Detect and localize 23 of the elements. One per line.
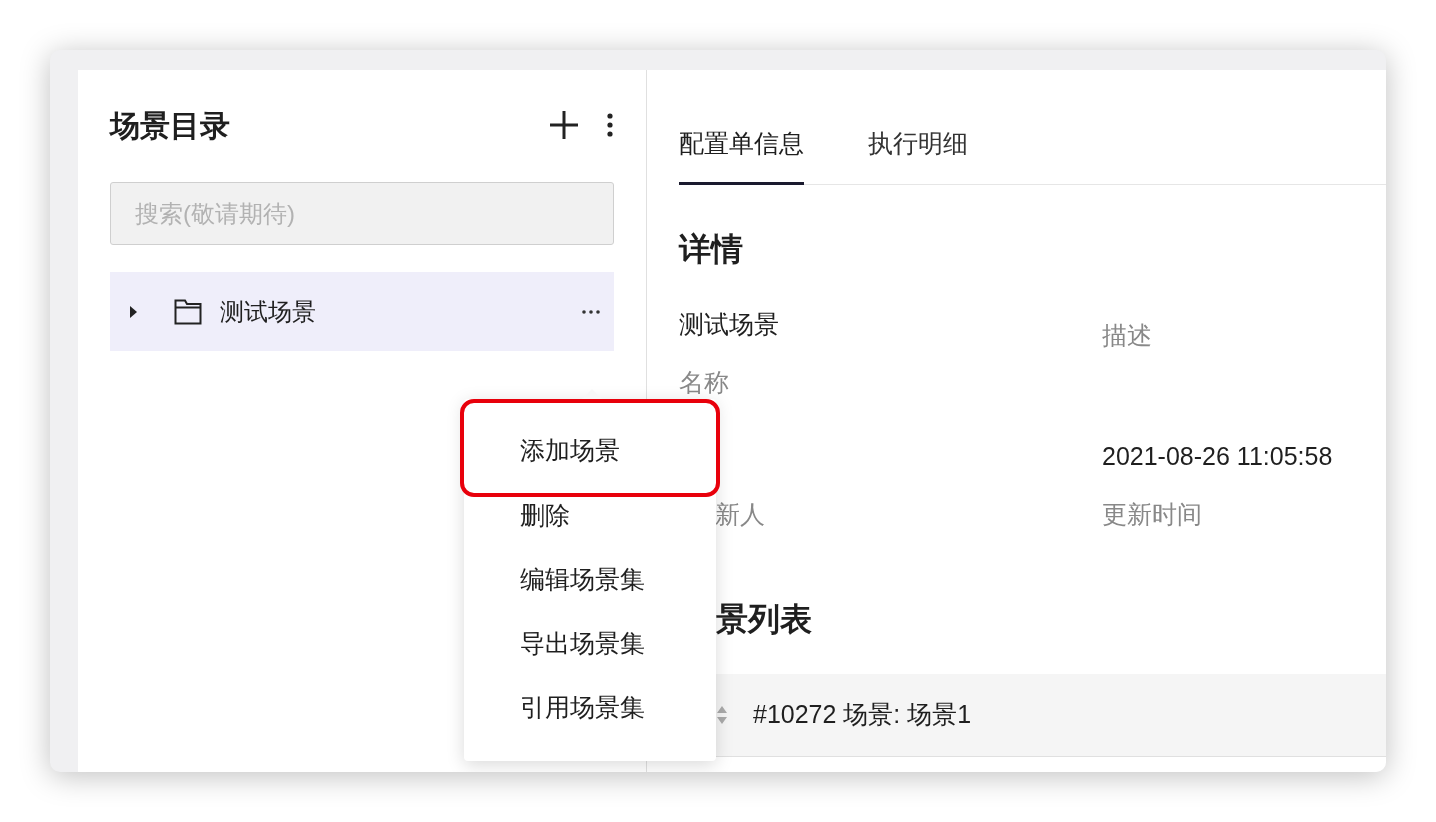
more-horizontal-icon[interactable] [582,309,600,314]
section-heading: 详情 [679,230,744,269]
field-label: 更新时间 [1102,498,1203,530]
field-value: 测试场景 [679,309,780,340]
section-heading: 景列表 [715,600,813,639]
tree-item-label: 测试场景 [220,296,316,327]
field-label: 新人 [714,498,766,530]
menu-item[interactable]: 编辑场景集 [464,548,716,612]
search-field[interactable]: 搜索(敬请期待) [110,182,614,245]
field-label: 名称 [679,366,730,398]
field-value: 2021-08-26 11:05:58 [1102,441,1334,472]
more-vertical-icon[interactable] [607,113,613,137]
tab[interactable]: 配置单信息 [679,105,804,185]
field-label: 描述 [1102,320,1153,351]
add-icon[interactable] [549,110,579,140]
tree-item[interactable]: 测试场景 [110,272,614,351]
menu-pointer-icon [582,389,602,399]
menu-item[interactable]: 添加场景 [460,399,720,497]
folder-icon [174,298,202,325]
tab[interactable]: 执行明细 [868,105,968,185]
menu-item[interactable]: 导出场景集 [464,612,716,676]
sidebar-title: 场景目录 [110,107,230,144]
row-label: #10272 场景: 场景1 [753,699,972,731]
